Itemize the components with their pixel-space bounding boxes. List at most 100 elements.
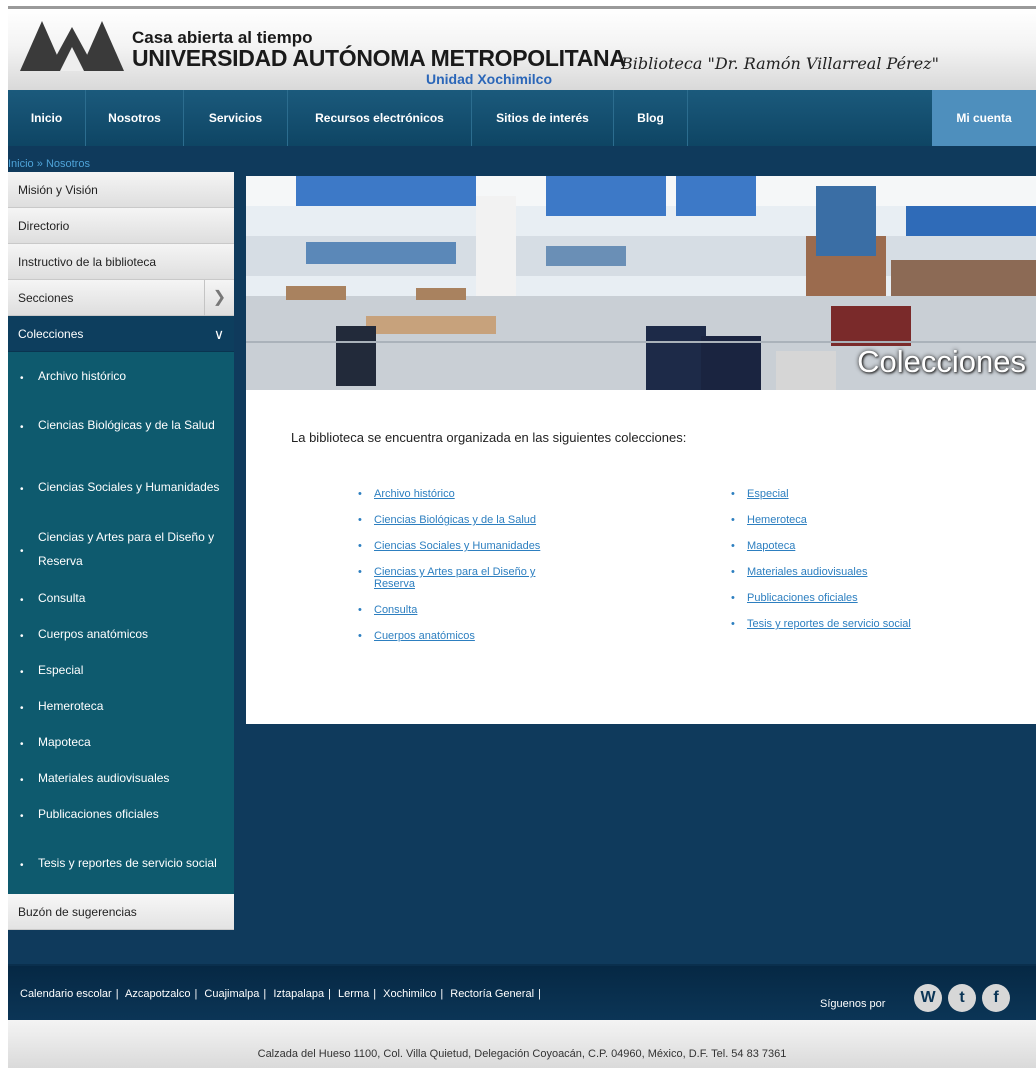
footer-link-rectoria[interactable]: Rectoría General [450,988,534,1000]
my-account-button[interactable]: Mi cuenta [932,90,1036,146]
footer-link-calendario[interactable]: Calendario escolar [20,988,112,1000]
facebook-icon[interactable]: f [982,984,1010,1012]
uam-logo[interactable] [20,21,124,71]
collection-link[interactable]: Publicaciones oficiales [747,592,858,604]
bullet-icon: • [358,566,362,578]
bullet-icon: • [20,546,24,557]
footer-separator: | [440,988,444,1000]
intro-text: La biblioteca se encuentra organizada en… [291,430,687,445]
sidebar-sub-sociales[interactable]: • Ciencias Sociales y Humanidades [8,456,234,518]
collections-submenu: • Archivo histórico • Ciencias Biológicas … [8,352,234,894]
sidebar-item-label: Colecciones [18,327,84,341]
bullet-icon: • [358,540,362,552]
sidebar-item-label: Misión y Visión [18,183,98,197]
collection-link[interactable]: Archivo histórico [374,488,455,500]
sidebar-sub-publicaciones[interactable]: • Publicaciones oficiales [8,796,234,832]
footer-link-lerma[interactable]: Lerma [338,988,369,1000]
collections-banner: Colecciones [246,176,1036,390]
bullet-icon: • [731,540,735,552]
follow-us-label: Síguenos por [820,998,886,1010]
collection-link[interactable]: Consulta [374,604,417,616]
chevron-right-icon[interactable]: ❯ [204,280,234,316]
footer-link-azcapotzalco[interactable]: Azcapotzalco [125,988,190,1000]
bullet-icon: • [20,484,24,495]
sidebar-item-directorio[interactable]: Directorio [8,208,234,244]
breadcrumb-home[interactable]: Inicio [8,158,34,170]
bullet-icon: • [731,514,735,526]
chevron-down-icon[interactable]: ∨ [204,316,234,352]
sidebar-sub-diseno[interactable]: • Ciencias y Artes para el Diseño y Reser… [8,518,234,580]
bullet-icon: • [731,566,735,578]
site-header: Casa abierta al tiempo UNIVERSIDAD AUTÓN… [8,6,1036,90]
wordpress-icon[interactable]: W [914,984,942,1012]
breadcrumb-current[interactable]: Nosotros [46,158,90,170]
bullet-icon: • [358,488,362,500]
bullet-icon: • [358,604,362,616]
bullet-icon: • [731,618,735,630]
breadcrumb-separator: » [36,158,43,170]
main-nav: Inicio Nosotros Servicios Recursos elect… [8,90,1036,146]
bullet-icon: • [20,703,24,714]
list-item: • Consulta [358,604,588,616]
list-item: • Ciencias Biológicas y de la Salud [358,514,588,526]
list-item: • Publicaciones oficiales [731,592,931,604]
footer-link-cuajimalpa[interactable]: Cuajimalpa [204,988,259,1000]
bullet-icon: • [358,630,362,642]
sidebar-sub-cuerpos[interactable]: • Cuerpos anatómicos [8,616,234,652]
collection-link[interactable]: Ciencias Biológicas y de la Salud [374,514,536,526]
sidebar-sub-especial[interactable]: • Especial [8,652,234,688]
nav-blog[interactable]: Blog [614,90,688,146]
bullet-icon: • [20,667,24,678]
sidebar-item-secciones[interactable]: Secciones ❯ [8,280,234,316]
nav-recursos-electronicos[interactable]: Recursos electrónicos [288,90,472,146]
sidebar-item-label: Secciones [18,291,74,305]
sidebar-sub-mapoteca[interactable]: • Mapoteca [8,724,234,760]
footer-separator: | [538,988,541,1000]
collection-link[interactable]: Ciencias y Artes para el Diseño y Reserv… [374,566,535,590]
collection-link[interactable]: Especial [747,488,789,500]
bullet-icon: • [20,631,24,642]
header-university: UNIVERSIDAD AUTÓNOMA METROPOLITANA [132,45,626,71]
nav-inicio[interactable]: Inicio [8,90,86,146]
list-item: • Archivo histórico [358,488,588,500]
list-item: • Ciencias y Artes para el Diseño y Reser… [358,566,568,590]
bullet-icon: • [20,775,24,786]
collection-link[interactable]: Materiales audiovisuales [747,566,867,578]
collection-link[interactable]: Ciencias Sociales y Humanidades [374,540,540,552]
sidebar-sub-biologicas[interactable]: • Ciencias Biológicas y de la Salud [8,394,234,456]
footer-separator: | [373,988,377,1000]
bullet-icon: • [20,422,24,433]
sidebar-item-label: Buzón de sugerencias [18,905,137,919]
footer-link-iztapalapa[interactable]: Iztapalapa [273,988,324,1000]
page: Casa abierta al tiempo UNIVERSIDAD AUTÓN… [8,6,1036,1068]
collection-link[interactable]: Cuerpos anatómicos [374,630,475,642]
list-item: • Cuerpos anatómicos [358,630,588,642]
library-name: Biblioteca "Dr. Ramón Villarreal Pérez" [621,54,939,73]
sidebar-item-mision[interactable]: Misión y Visión [8,172,234,208]
collection-link[interactable]: Mapoteca [747,540,795,552]
sidebar-sub-tesis[interactable]: • Tesis y reportes de servicio social [8,832,234,894]
footer-link-xochimilco[interactable]: Xochimilco [383,988,436,1000]
footer-separator: | [328,988,331,1000]
sidebar-item-colecciones[interactable]: Colecciones ∨ [8,316,234,352]
collection-link[interactable]: Hemeroteca [747,514,807,526]
sidebar-item-instructivo[interactable]: Instructivo de la biblioteca [8,244,234,280]
nav-nosotros[interactable]: Nosotros [86,90,184,146]
main-content: La biblioteca se encuentra organizada en… [246,390,1036,724]
list-item: • Hemeroteca [731,514,931,526]
nav-sitios-de-interes[interactable]: Sitios de interés [472,90,614,146]
footer-links: Calendario escolar | Azcapotzalco | Cuajim… [20,988,545,1000]
sidebar-item-sugerencias[interactable]: Buzón de sugerencias [8,894,234,930]
sidebar-sub-archivo[interactable]: • Archivo histórico [8,358,234,394]
sidebar-sub-consulta[interactable]: • Consulta [8,580,234,616]
bullet-icon: • [20,811,24,822]
header-unit: Unidad Xochimilco [426,71,553,87]
twitter-icon[interactable]: t [948,984,976,1012]
list-item: • Ciencias Sociales y Humanidades [358,540,588,552]
collection-link[interactable]: Tesis y reportes de servicio social [747,618,911,630]
bullet-icon: • [20,860,24,871]
bullet-icon: • [20,739,24,750]
sidebar-sub-audiovisuales[interactable]: • Materiales audiovisuales [8,760,234,796]
sidebar-sub-hemeroteca[interactable]: • Hemeroteca [8,688,234,724]
nav-servicios[interactable]: Servicios [184,90,288,146]
